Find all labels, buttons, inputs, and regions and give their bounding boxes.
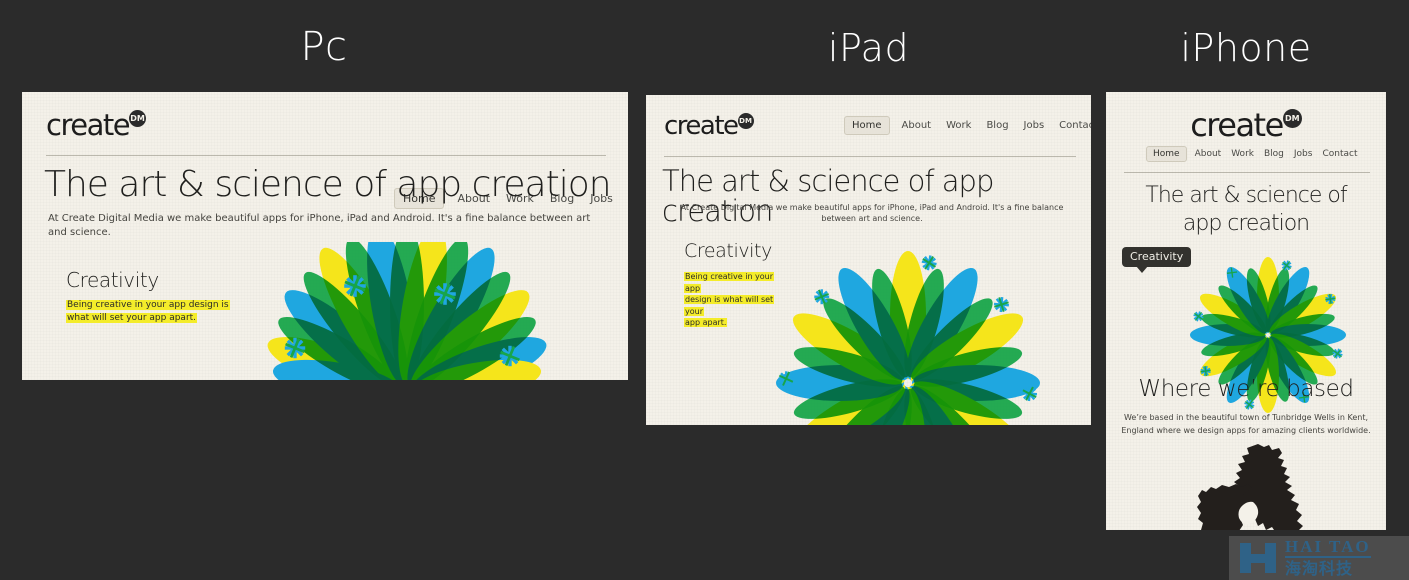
based-body-iphone: We’re based in the beautiful town of Tun… [1116,412,1376,438]
site-logo-pc[interactable]: createDM [46,108,147,142]
watermark-chinese: 海淘科技 [1285,559,1354,579]
haitao-logo-icon [1240,543,1276,573]
hero-subhead-ipad: At Create Digital Media we make beautifu… [680,203,1064,223]
header-divider-ipad [664,156,1076,157]
header-divider-iphone [1124,172,1370,173]
nav-item-work[interactable]: Work [943,116,974,135]
device-caption-iphone: iPhone [1180,26,1312,70]
nav-item-home[interactable]: Home [1146,146,1187,162]
header-divider-pc [46,155,606,156]
nav-item-about[interactable]: About [1193,146,1224,162]
nav-item-work[interactable]: Work [1229,146,1256,162]
nav-item-jobs[interactable]: Jobs [1292,146,1315,162]
device-preview-iphone[interactable]: create DM Home About Work Blog Jobs Conta… [1106,92,1386,530]
creativity-title-pc: Creativity [66,268,159,292]
watermark-text: HAI TAO 海淘科技 [1285,538,1371,578]
based-body-line2: England where we design apps for amazing… [1121,425,1371,435]
creativity-body-line2: what will set your app apart. [66,313,198,324]
nav-item-contact[interactable]: Contact [1320,146,1359,162]
nav-item-contact[interactable]: Contact [626,188,628,209]
device-preview-pc[interactable]: createDM Home About Work Blog Jobs Conta… [22,92,628,380]
creativity-body-line3: app apart. [684,318,728,328]
hero-headline-line2: app creation [1182,210,1310,236]
watermark-haitao: HAI TAO 海淘科技 [1229,536,1409,580]
nav-item-blog[interactable]: Blog [1262,146,1286,162]
uk-map-silhouette [1197,444,1303,530]
site-logo-badge: DM [129,110,147,127]
nav-item-contact[interactable]: Contact [1056,116,1091,135]
site-logo-text: create [46,108,131,142]
watermark-english: HAI TAO [1285,537,1371,559]
site-logo-text: create [664,111,739,141]
site-nav-iphone[interactable]: Home About Work Blog Jobs Contact [1146,146,1359,162]
screenshot-root: Pc iPad iPhone createDM Home About Work … [0,0,1409,580]
device-caption-ipad: iPad [827,26,910,70]
nav-item-about[interactable]: About [899,116,935,135]
site-nav-ipad[interactable]: Home About Work Blog Jobs Contact [844,116,1091,135]
nav-item-home[interactable]: Home [844,116,890,135]
flower-graphic-ipad [776,251,1040,425]
device-caption-pc: Pc [300,24,348,70]
device-preview-ipad[interactable]: create DM Home About Work Blog Jobs Conta… [646,95,1091,425]
site-logo-badge: DM [1282,109,1302,128]
hero-headline-line1: The art & science of [1145,183,1347,208]
based-title-iphone: Where we’re based [1138,376,1354,402]
hero-subhead-pc: At Create Digital Media we make beautifu… [48,213,591,238]
site-logo-iphone[interactable]: create DM [1106,106,1386,144]
site-logo-ipad[interactable]: create DM [664,111,754,141]
site-logo-badge: DM [737,113,754,129]
hero-headline-pc: The art & science of app creation [44,164,612,205]
based-body-line1: We’re based in the beautiful town of Tun… [1123,413,1368,422]
flower-graphic-pc [267,242,547,380]
nav-item-jobs[interactable]: Jobs [1021,116,1048,135]
nav-item-blog[interactable]: Blog [983,116,1011,135]
site-logo-text: create [1190,106,1284,144]
hero-headline-iphone: The art & science of app creation [1116,182,1376,237]
